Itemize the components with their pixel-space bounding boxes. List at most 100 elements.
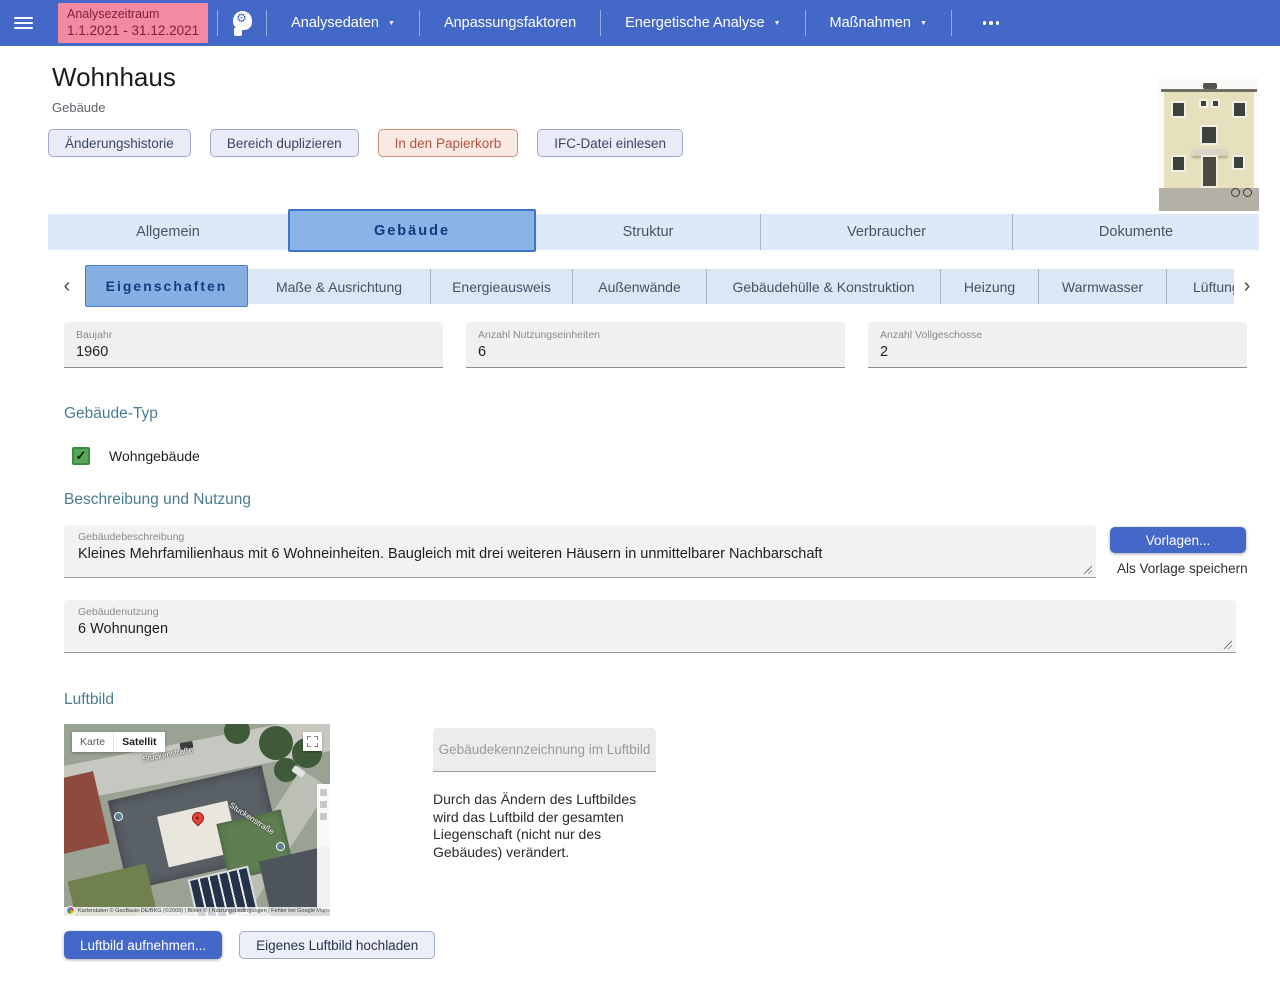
topbar: Analysezeitraum 1.1.2021 - 31.12.2021 ⚙ … xyxy=(0,0,1280,46)
tab-allgemein[interactable]: Allgemein xyxy=(48,214,288,250)
photo-bicycle xyxy=(1231,188,1240,197)
map-satellit-button[interactable]: Satellit xyxy=(113,732,164,752)
menu-anpassungsfaktoren[interactable]: Anpassungsfaktoren xyxy=(429,0,591,46)
map-type-toggle: Karte Satellit xyxy=(72,732,165,752)
map-karte-button[interactable]: Karte xyxy=(72,732,113,752)
description-heading: Beschreibung und Nutzung xyxy=(64,491,251,509)
psychology-icon[interactable]: ⚙ xyxy=(227,8,257,38)
aerial-map[interactable]: Stuckenstraße Stuckenstraße Karte Satell… xyxy=(64,724,330,916)
eigenes-luftbild-button[interactable]: Eigenes Luftbild hochladen xyxy=(239,931,435,959)
menu-analysedaten[interactable]: Analysedaten ▼ xyxy=(276,0,410,46)
building-photo xyxy=(1159,77,1259,211)
textarea-value: Kleines Mehrfamilienhaus mit 6 Wohneinhe… xyxy=(78,546,1082,562)
gebaeudekennzeichnung-button[interactable]: Gebäudekennzeichnung im Luftbild xyxy=(433,728,656,772)
action-buttons: Änderungshistorie Bereich duplizieren In… xyxy=(48,129,683,157)
map-zoom-controls[interactable] xyxy=(317,784,330,912)
resize-handle-icon[interactable] xyxy=(1082,564,1092,574)
page-subtitle: Gebäude xyxy=(52,100,106,115)
menu-energetische-analyse[interactable]: Energetische Analyse ▼ xyxy=(610,0,795,46)
duplicate-area-button[interactable]: Bereich duplizieren xyxy=(210,129,359,157)
sub-tabs: Eigenschaften Maße & Ausrichtung Energie… xyxy=(85,265,1237,307)
map-poi-marker xyxy=(114,812,123,821)
caret-down-icon: ▼ xyxy=(388,20,395,27)
topbar-divider xyxy=(266,10,267,36)
map-tree xyxy=(259,726,293,760)
google-logo xyxy=(66,906,75,915)
wohngebaeude-checkbox-row: ✓ Wohngebäude xyxy=(72,447,200,465)
subtab-warmwasser[interactable]: Warmwasser xyxy=(1038,269,1166,304)
map-attribution[interactable]: Kartendaten © GeoBasis-DE/BKG (©2009) | … xyxy=(64,907,330,916)
caret-down-icon: ▼ xyxy=(920,20,927,27)
subtab-energieausweis[interactable]: Energieausweis xyxy=(430,269,572,304)
check-icon: ✓ xyxy=(76,448,87,464)
save-as-template-button[interactable]: Als Vorlage speichern xyxy=(1117,561,1248,576)
field-label: Anzahl Nutzungseinheiten xyxy=(478,329,833,341)
subtab-aussenwaende[interactable]: Außenwände xyxy=(572,269,706,304)
gebaeudebeschreibung-textarea[interactable]: Gebäudebeschreibung Kleines Mehrfamilien… xyxy=(64,525,1096,578)
hamburger-menu-icon[interactable] xyxy=(0,0,46,46)
menu-massnahmen[interactable]: Maßnahmen ▼ xyxy=(815,0,942,46)
luftbild-heading: Luftbild xyxy=(64,691,114,709)
textarea-label: Gebäudebeschreibung xyxy=(78,531,1082,543)
luftbild-aufnehmen-button[interactable]: Luftbild aufnehmen... xyxy=(64,931,222,959)
field-label: Baujahr xyxy=(76,329,431,341)
tab-dokumente[interactable]: Dokumente xyxy=(1012,214,1259,250)
page: Analysezeitraum 1.1.2021 - 31.12.2021 ⚙ … xyxy=(0,0,1280,984)
resize-handle-icon[interactable] xyxy=(1222,639,1232,649)
wohngebaeude-label: Wohngebäude xyxy=(109,448,200,464)
map-poi-marker xyxy=(276,842,285,851)
gear-icon: ⚙ xyxy=(236,12,247,24)
textarea-label: Gebäudenutzung xyxy=(78,606,1222,618)
analysis-period-badge[interactable]: Analysezeitraum 1.1.2021 - 31.12.2021 xyxy=(58,3,208,44)
photo-bicycle xyxy=(1243,188,1252,197)
topbar-divider xyxy=(600,10,601,36)
luftbild-note: Durch das Ändern des Luftbildes wird das… xyxy=(433,791,661,861)
vollgeschosse-field[interactable]: Anzahl Vollgeschosse 2 xyxy=(868,322,1247,368)
photo-window xyxy=(1211,99,1220,108)
subtab-gebaeudehuelle[interactable]: Gebäudehülle & Konstruktion xyxy=(706,269,940,304)
nutzungseinheiten-field[interactable]: Anzahl Nutzungseinheiten 6 xyxy=(466,322,845,368)
subtab-eigenschaften[interactable]: Eigenschaften xyxy=(85,265,248,307)
photo-window xyxy=(1232,155,1245,170)
page-title: Wohnhaus xyxy=(52,62,176,93)
main-tabs: Allgemein Gebäude Struktur Verbraucher D… xyxy=(48,209,1259,252)
subtabs-scroll-right-icon[interactable]: › xyxy=(1234,265,1260,307)
field-value: 2 xyxy=(880,344,1235,360)
subtab-masse-ausrichtung[interactable]: Maße & Ausrichtung xyxy=(248,269,430,304)
photo-window xyxy=(1199,99,1208,108)
analysis-period-label: Analysezeitraum xyxy=(67,6,199,22)
change-history-button[interactable]: Änderungshistorie xyxy=(48,129,191,157)
photo-door xyxy=(1201,155,1218,188)
subtab-lueftung[interactable]: Lüftung xyxy=(1166,269,1237,304)
more-options-icon[interactable] xyxy=(961,0,1022,46)
field-value: 1960 xyxy=(76,344,431,360)
topbar-divider xyxy=(419,10,420,36)
subtabs-scroll-left-icon[interactable]: ‹ xyxy=(54,265,80,307)
tab-struktur[interactable]: Struktur xyxy=(536,214,760,250)
caret-down-icon: ▼ xyxy=(774,20,781,27)
building-type-heading: Gebäude-Typ xyxy=(64,405,158,423)
gebaeudenutzung-textarea[interactable]: Gebäudenutzung 6 Wohnungen xyxy=(64,600,1236,653)
vorlagen-button[interactable]: Vorlagen... xyxy=(1110,527,1246,553)
photo-window xyxy=(1171,101,1186,118)
textarea-value: 6 Wohnungen xyxy=(78,621,1222,637)
photo-window xyxy=(1171,155,1186,172)
topbar-divider xyxy=(217,10,218,36)
tab-verbraucher[interactable]: Verbraucher xyxy=(760,214,1012,250)
field-label: Anzahl Vollgeschosse xyxy=(880,329,1235,341)
luftbild-buttons: Luftbild aufnehmen... Eigenes Luftbild h… xyxy=(64,931,435,959)
tab-gebaeude[interactable]: Gebäude xyxy=(288,209,536,252)
map-fullscreen-icon[interactable] xyxy=(303,732,322,751)
topbar-divider xyxy=(951,10,952,36)
ifc-import-button[interactable]: IFC-Datei einlesen xyxy=(537,129,683,157)
analysis-period-value: 1.1.2021 - 31.12.2021 xyxy=(67,22,199,40)
property-fields: Baujahr 1960 Anzahl Nutzungseinheiten 6 … xyxy=(64,322,1247,368)
topbar-divider xyxy=(805,10,806,36)
trash-button[interactable]: In den Papierkorb xyxy=(378,129,519,157)
baujahr-field[interactable]: Baujahr 1960 xyxy=(64,322,443,368)
field-value: 6 xyxy=(478,344,833,360)
subtab-heizung[interactable]: Heizung xyxy=(940,269,1038,304)
wohngebaeude-checkbox[interactable]: ✓ xyxy=(72,447,90,465)
photo-window xyxy=(1232,101,1247,118)
photo-window xyxy=(1200,125,1218,145)
